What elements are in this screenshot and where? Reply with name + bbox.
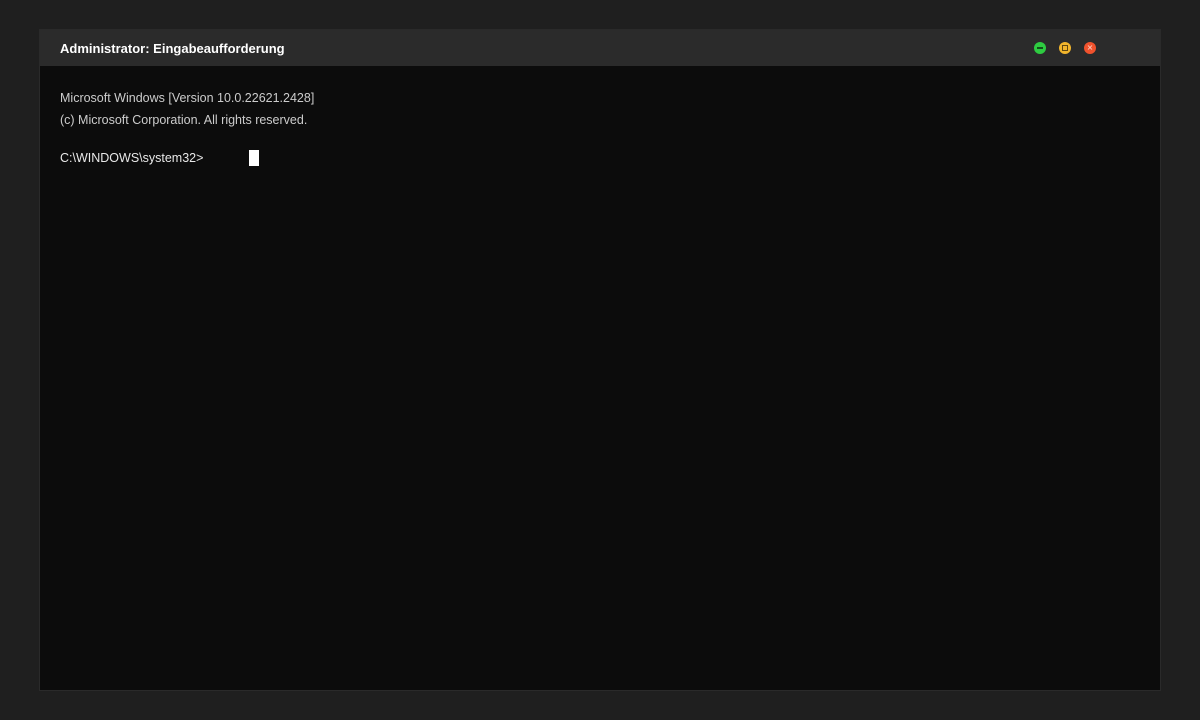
maximize-icon [1062,45,1068,51]
minimize-icon [1037,47,1043,49]
window-title: Administrator: Eingabeaufforderung [60,40,285,56]
command-prompt: C:\WINDOWS\system32> [60,151,204,165]
window-controls: × [1034,42,1096,54]
close-icon: × [1086,43,1094,52]
prompt-line[interactable]: C:\WINDOWS\system32> [60,147,1140,169]
command-input[interactable] [249,150,260,166]
version-line: Microsoft Windows [Version 10.0.22621.24… [60,91,315,105]
title-bar[interactable]: Administrator: Eingabeaufforderung × [40,30,1160,66]
maximize-button[interactable] [1059,42,1071,54]
text-cursor [249,150,260,166]
terminal-output[interactable]: Microsoft Windows [Version 10.0.22621.24… [40,66,1160,690]
close-button[interactable]: × [1084,42,1096,54]
terminal-window: Administrator: Eingabeaufforderung × Mic… [40,30,1160,690]
copyright-line: (c) Microsoft Corporation. All rights re… [60,113,308,127]
minimize-button[interactable] [1034,42,1046,54]
